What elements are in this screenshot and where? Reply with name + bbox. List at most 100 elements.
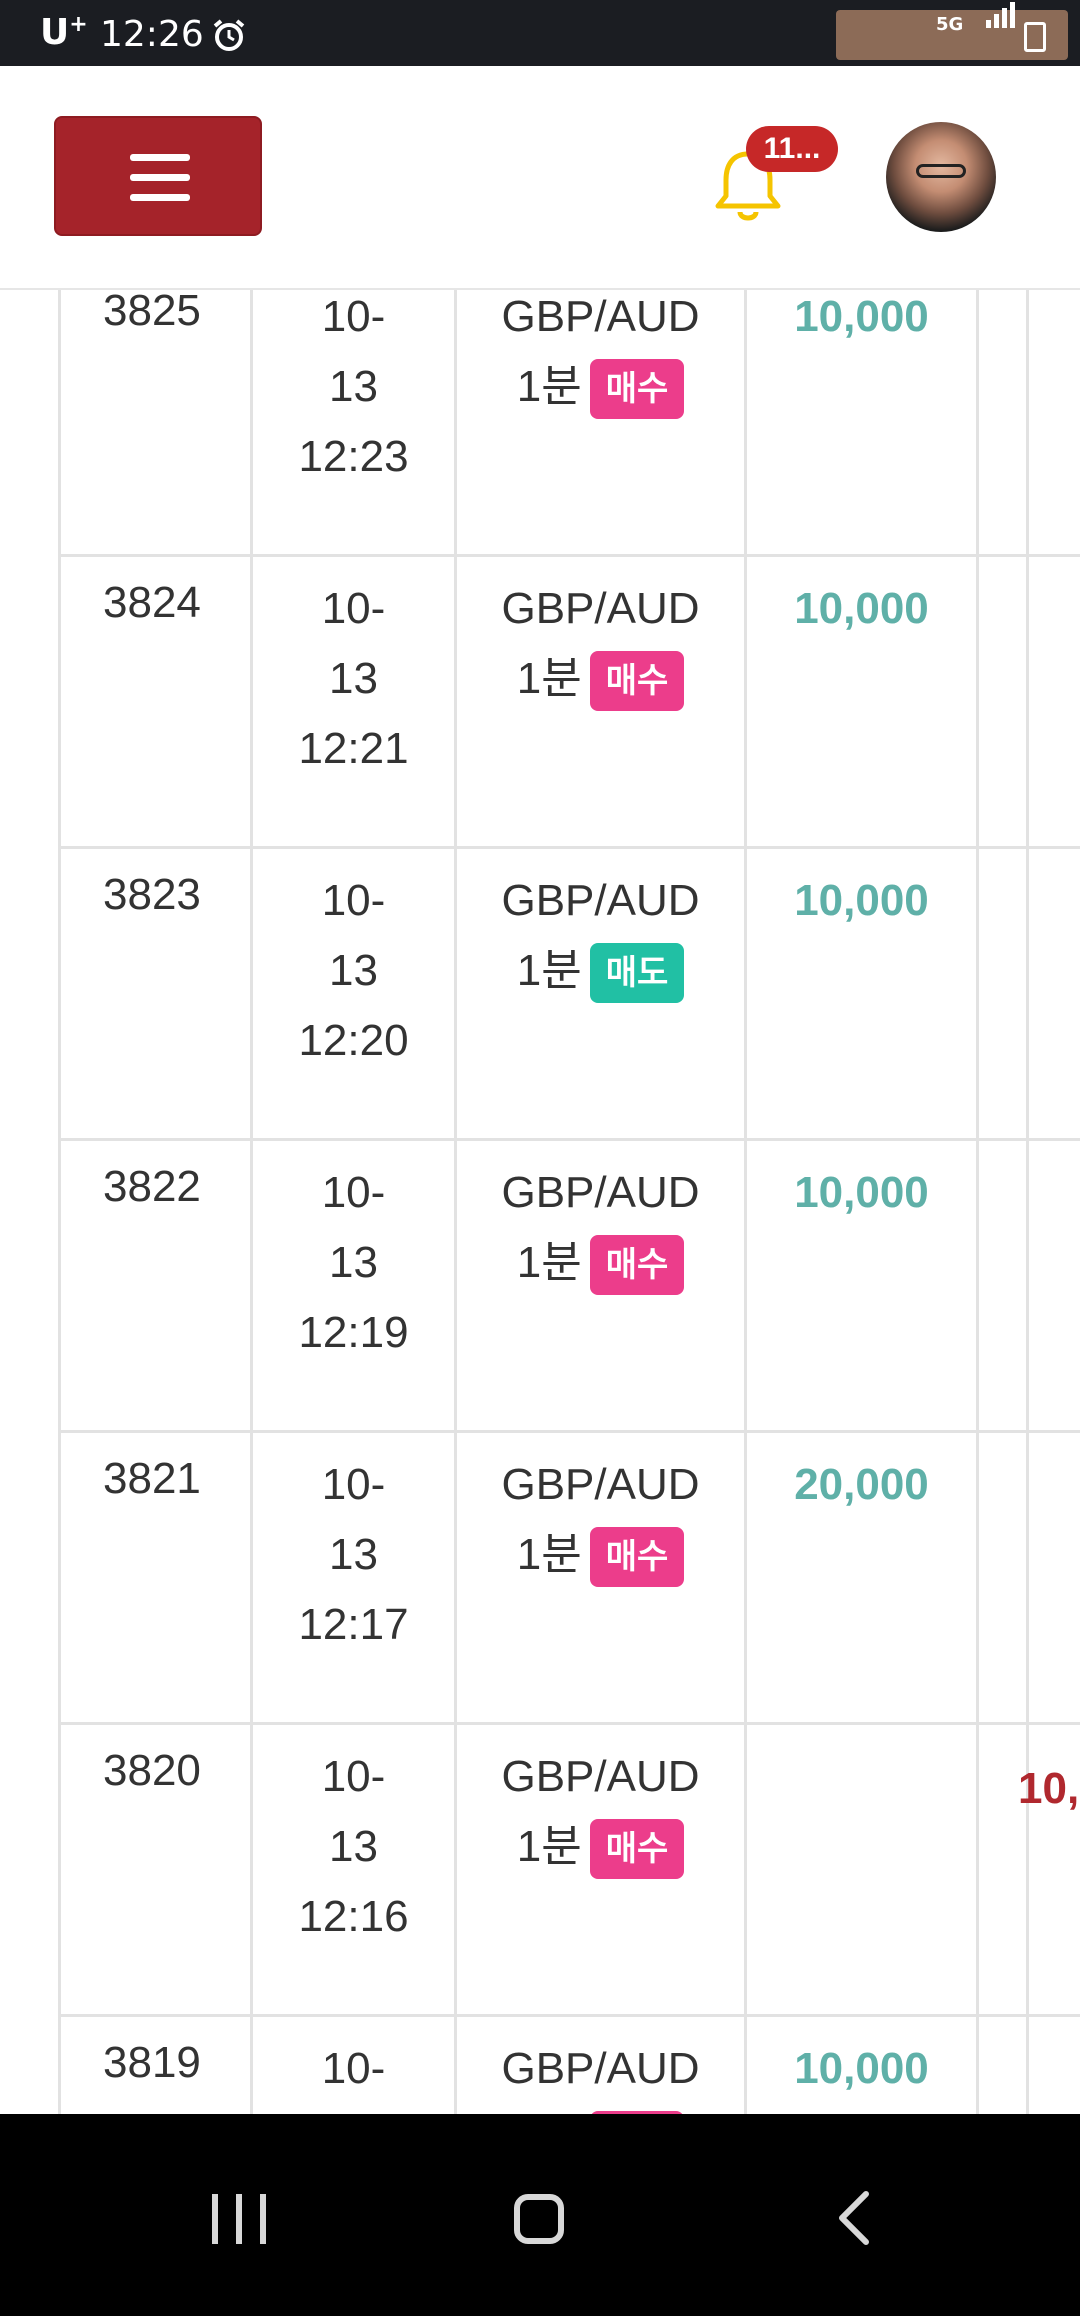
trade-amount: 10,000 (794, 876, 929, 925)
trade-id-cell: 3824 (58, 554, 250, 846)
trade-period: 1분 (516, 1238, 582, 1287)
trade-id: 3821 (103, 1454, 201, 1503)
trade-history-table: 3825 10- 13 12:23 GBP/AUD 1분 매수 10,000 3824 10- 13… (0, 288, 1080, 2114)
trade-id-cell: 3821 (58, 1430, 250, 1722)
trade-date-day: 13 (329, 1238, 378, 1287)
avatar-glasses (916, 164, 966, 178)
currency-pair: GBP/AUD (501, 292, 700, 341)
trade-date-day: 13 (329, 362, 378, 411)
trade-time: 12:20 (298, 1016, 409, 1065)
trade-date-day: 13 (329, 654, 378, 703)
trade-time-cell: 10- 13 12:16 (250, 1722, 454, 2014)
buy-badge: 매수 (589, 651, 685, 712)
trade-id: 3819 (103, 2038, 201, 2087)
trade-amount-cell: 10,000 (744, 554, 976, 846)
trade-date-month: 10- (321, 1752, 386, 1801)
trade-date-month: 10- (321, 292, 386, 341)
table-row[interactable]: 3823 10- 13 12:20 GBP/AUD 1분 매도 10,000 (58, 846, 1080, 1141)
app-header: 11... (0, 66, 1080, 290)
home-icon[interactable] (514, 2194, 564, 2244)
trade-id: 3824 (103, 578, 201, 627)
trade-pair-cell: GBP/AUD1분매수 (454, 2014, 744, 2114)
trade-date-month: 10- (321, 2044, 386, 2093)
trade-amount: 10,000 (794, 292, 929, 341)
trade-time: 12:16 (298, 1892, 409, 1941)
trade-extra-cell (1026, 1138, 1080, 1430)
trade-result-cell (976, 1430, 1026, 1722)
notification-badge[interactable]: 11... (746, 126, 838, 172)
trade-date-month: 10- (321, 1168, 386, 1217)
trade-pair-cell: GBP/AUD1분매수 (454, 1430, 744, 1722)
trade-pair-cell: GBP/AUD 1분매수 (454, 288, 744, 554)
network-label: 5G (936, 14, 964, 35)
trade-date-month: 10- (321, 1460, 386, 1509)
back-icon[interactable] (826, 2188, 886, 2248)
trade-pair-cell: GBP/AUD 1분 매도 (454, 846, 744, 1138)
trade-result-cell (976, 1138, 1026, 1430)
trade-extra-cell (1026, 1430, 1080, 1722)
trade-period: 1분 (516, 1822, 582, 1871)
trade-amount-cell (744, 1722, 976, 2014)
recents-icon[interactable] (212, 2194, 266, 2244)
table-row[interactable]: 3821 10- 13 12:17 GBP/AUD 1분 매수 20,000 (58, 1430, 1080, 1725)
trade-id: 3823 (103, 870, 201, 919)
trade-amount: 10,000 (794, 584, 929, 633)
trade-date-day: 13 (329, 1822, 378, 1871)
trade-time-cell: 10- 13 12:17 (250, 1430, 454, 1722)
trade-extra-cell (1026, 2014, 1080, 2114)
trade-amount: 10,000 (794, 1168, 929, 1217)
carrier-label: U+ (40, 12, 88, 53)
table-row[interactable]: 3825 10- 13 12:23 GBP/AUD 1분 매수 10,000 (58, 288, 1080, 557)
trade-amount-cell: 20,000 (744, 1430, 976, 1722)
currency-pair: GBP/AUD (501, 2044, 700, 2093)
trade-id-cell: 3822 (58, 1138, 250, 1430)
buy-badge: 매수 (589, 359, 685, 420)
trade-extra-cell (1026, 554, 1080, 846)
avatar[interactable] (886, 122, 996, 232)
trade-id: 3822 (103, 1162, 201, 1211)
trade-time: 12:17 (298, 1600, 409, 1649)
table-row[interactable]: 3820 10- 13 12:16 GBP/AUD 1분 매수 10, (58, 1722, 1080, 2017)
currency-pair: GBP/AUD (501, 1168, 700, 1217)
trade-id-cell: 3825 (58, 288, 250, 554)
trade-id: 3825 (103, 288, 201, 335)
trade-pair-cell: GBP/AUD 1분매수 (454, 554, 744, 846)
trade-time: 12:23 (298, 432, 409, 481)
trade-period: 1분 (516, 1530, 582, 1579)
trade-amount-cell: 10,000 (744, 288, 976, 554)
trade-amount: 10,000 (794, 2044, 929, 2093)
trade-result-cell (976, 2014, 1026, 2114)
table-row[interactable]: 3824 10- 13 12:21 GBP/AUD 1분 매수 10,000 (58, 554, 1080, 849)
system-nav-bar (0, 2114, 1080, 2316)
trade-pair-cell: GBP/AUD1분매수 (454, 1138, 744, 1430)
trade-time-cell: 10- 13 12:23 (250, 288, 454, 554)
currency-pair: GBP/AUD (501, 1752, 700, 1801)
status-bar: U+ 12:26 5G (0, 0, 1080, 66)
hamburger-bar (130, 174, 190, 181)
trade-time-cell: 10- 13 12:21 (250, 554, 454, 846)
trade-amount-cell: 10,000 (744, 846, 976, 1138)
trade-date-day: 13 (253, 2104, 454, 2114)
trade-amount-cell: 10,000 (744, 1138, 976, 1430)
hamburger-bar (130, 194, 190, 201)
trade-extra-cell (1026, 288, 1080, 554)
currency-pair: GBP/AUD (501, 584, 700, 633)
trade-time-cell: 10- 13 (250, 2014, 454, 2114)
table-row[interactable]: 3819 10- 13GBP/AUD1분매수 10,000 (58, 2014, 1080, 2114)
trade-result-cell (976, 554, 1026, 846)
trade-period: 1분 (516, 362, 582, 411)
trade-id: 3820 (103, 1746, 201, 1795)
trade-id-cell: 3819 (58, 2014, 250, 2114)
trade-date-month: 10- (321, 584, 386, 633)
sell-badge: 매도 (589, 943, 685, 1004)
hamburger-menu-icon (130, 154, 190, 161)
trade-amount-cell: 10,000 (744, 2014, 976, 2114)
trade-period: 1분 (516, 654, 582, 703)
trade-result-cell (976, 288, 1026, 554)
menu-button[interactable] (54, 116, 262, 236)
trade-date-day: 13 (329, 946, 378, 995)
table-row[interactable]: 3822 10- 13 12:19 GBP/AUD 1분 매수 10,000 (58, 1138, 1080, 1433)
currency-pair: GBP/AUD (501, 876, 700, 925)
trade-pair-cell: GBP/AUD1분매수 (454, 1722, 744, 2014)
trade-date-month: 10- (321, 876, 386, 925)
